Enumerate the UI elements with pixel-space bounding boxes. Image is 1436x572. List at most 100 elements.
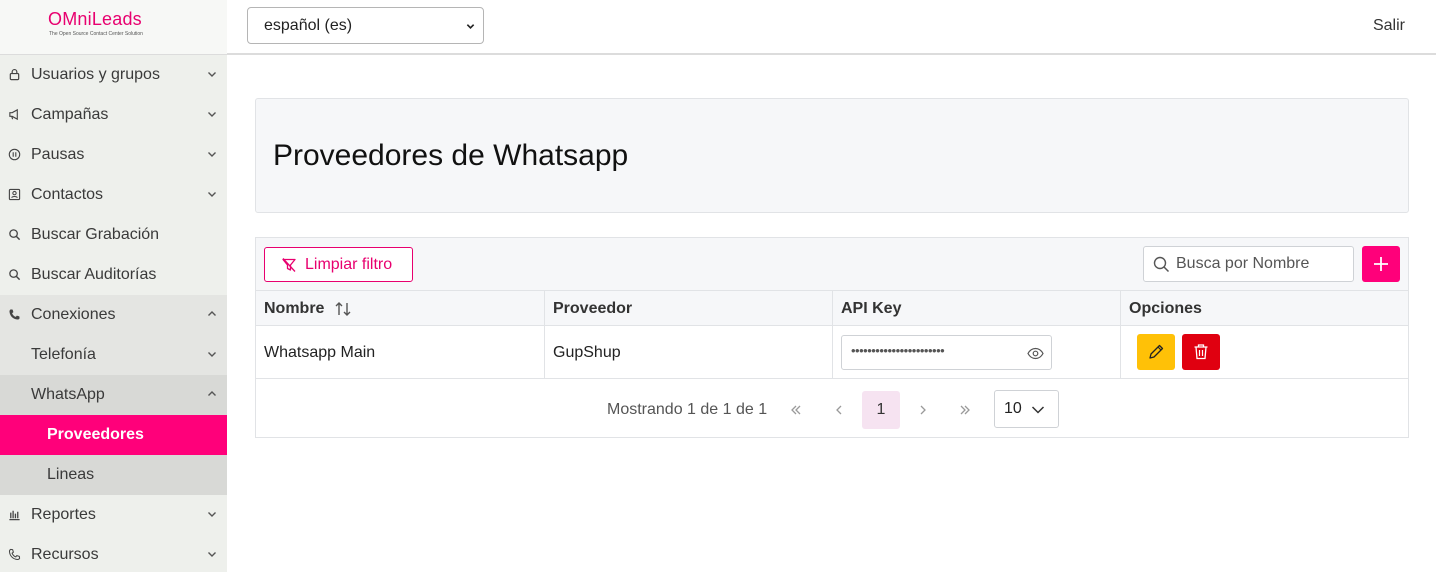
sidebar-item-label: Campañas [31, 106, 109, 123]
table-row: Whatsapp Main GupShup ••••••••••••••••••… [256, 326, 1408, 379]
chevron-right-icon [920, 405, 926, 415]
chevron-down-icon [466, 24, 475, 29]
first-page-button[interactable] [777, 391, 815, 429]
search-input[interactable] [1176, 248, 1346, 280]
page-header: Proveedores de Whatsapp [255, 98, 1409, 213]
chevron-down-icon [208, 72, 216, 77]
sidebar-item-label: Buscar Grabación [31, 226, 160, 243]
sidebar-item-usuarios[interactable]: Usuarios y grupos [0, 55, 227, 95]
delete-button[interactable] [1182, 334, 1220, 370]
sidebar-item-label: Conexiones [31, 306, 116, 323]
sidebar-item-label: Lineas [47, 466, 95, 483]
chevron-down-icon [1031, 406, 1045, 414]
table-toolbar: Limpiar filtro [256, 238, 1408, 291]
chevron-down-icon [208, 352, 216, 357]
chevron-down-icon [208, 112, 216, 117]
phone-icon [7, 547, 21, 561]
pause-icon [7, 147, 21, 161]
column-header-api-key: API Key [832, 291, 1120, 326]
chevron-down-icon [208, 192, 216, 197]
brand-name-rest: Leads [91, 9, 142, 29]
pagination-info: Mostrando 1 de 1 de 1 [607, 401, 768, 418]
pencil-icon [1149, 344, 1164, 359]
column-header-nombre[interactable]: Nombre [256, 291, 544, 326]
chart-icon [7, 507, 21, 521]
brand-name-om: OMni [48, 9, 92, 29]
sidebar-item-label: Usuarios y grupos [31, 66, 160, 83]
logout-link[interactable]: Salir [1373, 17, 1405, 35]
topbar: español (es) Salir [227, 0, 1436, 55]
last-page-button[interactable] [946, 391, 984, 429]
brand-name: OMniLeads [48, 9, 142, 30]
sidebar-item-lineas[interactable]: Lineas [0, 455, 227, 495]
next-page-button[interactable] [904, 391, 942, 429]
language-select[interactable]: español (es) [247, 7, 484, 44]
chevron-up-icon [208, 311, 216, 316]
sidebar-item-recursos[interactable]: Recursos [0, 535, 227, 572]
table-header: Nombre Proveedor API Key Opciones [256, 291, 1408, 326]
sidebar-item-conexiones[interactable]: Conexiones [0, 295, 227, 335]
sidebar-item-buscar-auditorias[interactable]: Buscar Auditorías [0, 255, 227, 295]
sidebar-item-pausas[interactable]: Pausas [0, 135, 227, 175]
column-header-opciones: Opciones [1120, 291, 1408, 326]
sort-icon[interactable] [334, 300, 352, 318]
page-title: Proveedores de Whatsapp [273, 139, 629, 172]
clear-filter-label: Limpiar filtro [305, 256, 393, 273]
trash-icon [1194, 344, 1208, 360]
add-provider-button[interactable] [1362, 246, 1400, 282]
sidebar-item-label: WhatsApp [31, 386, 105, 403]
clear-filter-button[interactable]: Limpiar filtro [264, 247, 413, 282]
sidebar-item-buscar-grabacion[interactable]: Buscar Grabación [0, 215, 227, 255]
search-icon [1153, 256, 1170, 273]
cell-proveedor: GupShup [544, 326, 832, 379]
brand-logo[interactable]: OMniLeads The Open Source Contact Center… [0, 0, 227, 55]
cell-opciones [1120, 326, 1408, 379]
chevron-down-icon [208, 552, 216, 557]
rows-per-page-value: 10 [1004, 400, 1022, 417]
brand-tagline: The Open Source Contact Center Solution [49, 31, 143, 37]
column-header-label: Nombre [264, 299, 325, 317]
sidebar-item-label: Contactos [31, 186, 104, 203]
column-header-label: Proveedor [553, 299, 633, 317]
search-icon [7, 267, 21, 281]
edit-button[interactable] [1137, 334, 1175, 370]
rows-per-page-select[interactable]: 10 [994, 390, 1059, 428]
sidebar-item-label: Reportes [31, 506, 96, 523]
sidebar-item-proveedores[interactable]: Proveedores [0, 415, 227, 455]
eye-icon[interactable] [1027, 345, 1044, 362]
chevron-down-icon [208, 152, 216, 157]
sidebar-item-contactos[interactable]: Contactos [0, 175, 227, 215]
column-header-label: API Key [841, 299, 902, 317]
column-header-label: Opciones [1129, 299, 1202, 317]
sidebar-item-reportes[interactable]: Reportes [0, 495, 227, 535]
sidebar-item-campanas[interactable]: Campañas [0, 95, 227, 135]
plus-icon [1374, 257, 1388, 271]
sidebar-item-label: Pausas [31, 146, 85, 163]
sidebar-item-label: Recursos [31, 546, 99, 563]
sidebar: OMniLeads The Open Source Contact Center… [0, 0, 227, 572]
previous-page-button[interactable] [820, 391, 858, 429]
api-key-masked-value: ••••••••••••••••••••••• [851, 343, 945, 358]
lock-icon [7, 67, 21, 81]
api-key-field[interactable]: ••••••••••••••••••••••• [841, 335, 1052, 370]
pagination: Mostrando 1 de 1 de 1 1 10 [256, 379, 1408, 437]
megaphone-icon [7, 107, 21, 121]
page-button-current[interactable]: 1 [862, 391, 900, 429]
chevron-left-icon [836, 405, 842, 415]
chevron-up-icon [208, 391, 216, 396]
search-icon [7, 227, 21, 241]
sidebar-item-telefonia[interactable]: Telefonía [0, 335, 227, 375]
sidebar-item-label: Proveedores [47, 426, 144, 443]
sidebar-item-whatsapp[interactable]: WhatsApp [0, 375, 227, 415]
app: OMniLeads The Open Source Contact Center… [0, 0, 1436, 572]
providers-table-panel: Limpiar filtro Nombre Proveedor API Key … [255, 237, 1409, 438]
phone-icon [7, 307, 21, 321]
cell-nombre: Whatsapp Main [264, 343, 376, 361]
cell-api-key: ••••••••••••••••••••••• [832, 326, 1120, 379]
language-select-value: español (es) [264, 16, 353, 34]
sidebar-item-label: Buscar Auditorías [31, 266, 157, 283]
search-field[interactable] [1143, 246, 1354, 282]
chevron-down-icon [208, 512, 216, 517]
contacts-icon [7, 187, 21, 201]
filter-off-icon [282, 258, 296, 272]
